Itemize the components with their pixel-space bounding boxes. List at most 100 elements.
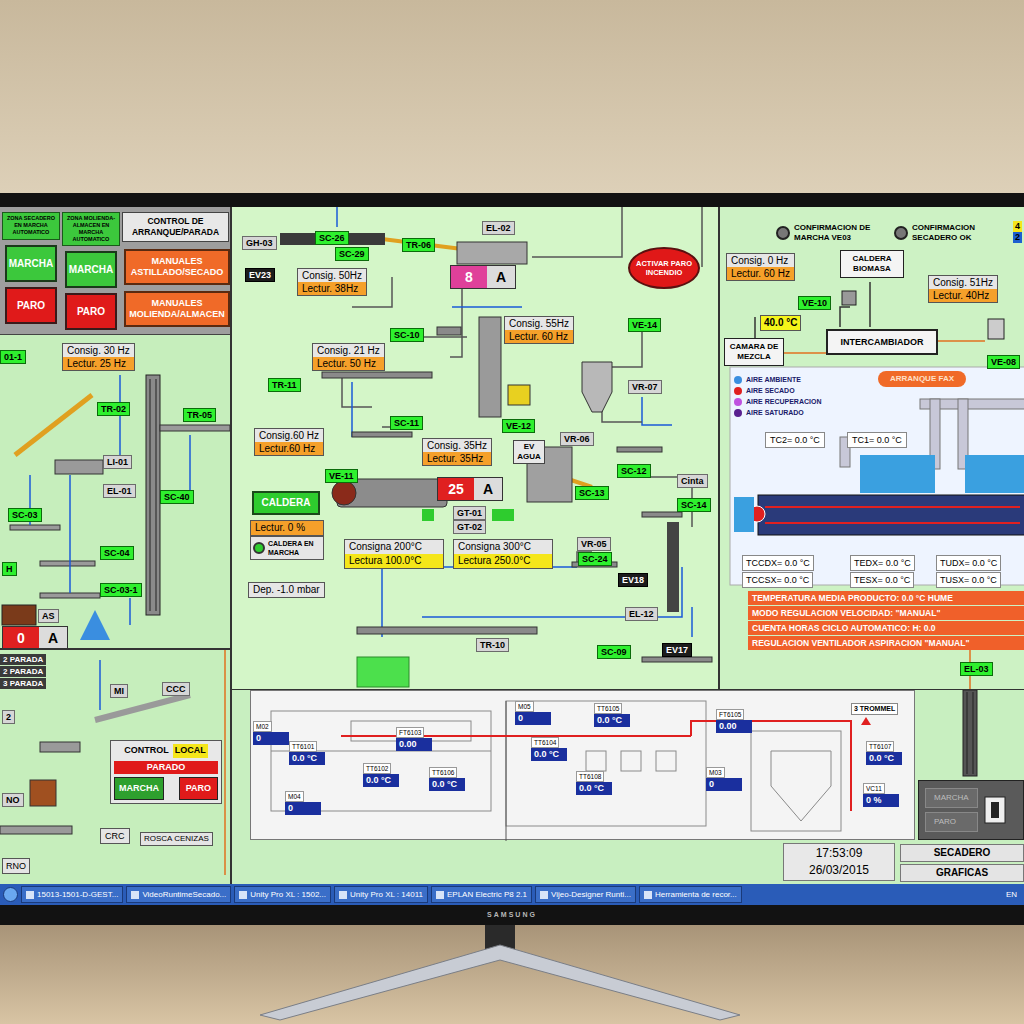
taskbar-item[interactable]: Herramienta de recor... (639, 886, 742, 903)
equipment-tag[interactable]: SC-04 (100, 546, 134, 560)
equipment-tag[interactable]: EL-03 (960, 662, 993, 676)
process-sensor: TT61010.0 °C (289, 741, 325, 765)
equipment-tag[interactable]: SC-13 (575, 486, 609, 500)
taskbar-item[interactable]: Unity Pro XL : 14011 (334, 886, 428, 903)
equipment-tag[interactable]: GH-03 (242, 236, 277, 250)
equipment-tag[interactable]: 01-1 (0, 350, 26, 364)
dryer-tank-left (860, 455, 935, 493)
equipment-tag[interactable]: EV17 (662, 643, 692, 657)
parada-row: 2 PARADA (0, 654, 46, 665)
equipment-tag[interactable]: VE-11 (325, 469, 358, 483)
grinding-area: ZONA SECADERO EN MARCHA AUTOMATICOMARCHA… (0, 207, 230, 650)
info-row: REGULACION VENTILADOR ASPIRACION "MANUAL… (748, 636, 1024, 650)
equipment-tag[interactable]: TR-06 (402, 238, 435, 252)
equipment-tag[interactable]: SC-24 (578, 552, 612, 566)
equipment-tag[interactable]: VR-07 (628, 380, 662, 394)
equipment-tag[interactable]: VR-05 (577, 537, 611, 551)
speed-setpoint[interactable]: Consig. 50HzLectur. 38Hz (297, 268, 367, 296)
equipment-tag[interactable]: GT-01 (453, 506, 486, 520)
equipment-tag[interactable]: TR-10 (476, 638, 509, 652)
taskbar-item[interactable]: Vijeo-Designer Runti... (535, 886, 636, 903)
local-control-header: CONTROLLOCAL (114, 744, 218, 758)
speed-setpoint[interactable]: Consig. 0 HzLectur. 60 Hz (726, 253, 795, 281)
equipment-tag[interactable]: VE-12 (502, 419, 535, 433)
equipment-tag[interactable]: SC-29 (335, 247, 369, 261)
crc-button[interactable]: CRC (100, 828, 130, 844)
zone-stop-button[interactable]: PARO (5, 287, 57, 324)
equipment-tag[interactable]: MI (110, 684, 128, 698)
speed-setpoint[interactable]: Consig. 21 HzLectur. 50 Hz (312, 343, 385, 371)
zone-start-button[interactable]: MARCHA (65, 251, 117, 288)
speed-setpoint[interactable]: Consig. 51HzLectur. 40Hz (928, 275, 998, 303)
equipment-tag[interactable]: 2 (2, 710, 15, 724)
equipment-tag[interactable]: EV18 (618, 573, 648, 587)
equipment-tag[interactable]: AS (38, 609, 59, 623)
equipment-tag[interactable]: SC-14 (677, 498, 711, 512)
dryer-stop-button[interactable]: PARO (925, 812, 978, 832)
equipment-tag[interactable]: SC-09 (597, 645, 631, 659)
biomass-boiler: CALDERA BIOMASA (840, 250, 904, 278)
equipment-tag[interactable]: SC-26 (315, 231, 349, 245)
equipment-tag[interactable]: VR-06 (560, 432, 594, 446)
speed-setpoint[interactable]: Consig.60 HzLectur.60 Hz (254, 428, 324, 456)
equipment-tag[interactable]: SC-40 (160, 490, 194, 504)
nav-button[interactable]: GRAFICAS (900, 864, 1024, 882)
equipment-tag[interactable]: EV23 (245, 268, 275, 282)
equipment-tag[interactable]: NO (2, 793, 24, 807)
process-schematic (251, 691, 916, 841)
taskbar-item-label: Herramienta de recor... (655, 887, 737, 902)
equipment-tag[interactable]: VE-14 (628, 318, 661, 332)
equipment-tag[interactable]: Cinta (677, 474, 708, 488)
fire-stop-button[interactable]: ACTIVAR PARO INCENDIO (628, 247, 700, 289)
language-indicator[interactable]: EN (1002, 889, 1021, 901)
equipment-tag[interactable]: TR-11 (268, 378, 301, 392)
taskbar-item[interactable]: EPLAN Electric P8 2.1 (431, 886, 532, 903)
confirmation-text: CONFIRMACION DE MARCHA VE03 (794, 223, 876, 243)
water-valve[interactable]: EV AGUA (513, 440, 545, 464)
taskbar-item[interactable]: Unity Pro XL : 1502... (234, 886, 331, 903)
local-start-button[interactable]: MARCHA (114, 777, 164, 801)
ash-screw-button[interactable]: ROSCA CENIZAS (140, 832, 213, 846)
start-button-icon[interactable] (3, 887, 18, 902)
manual-mode-button[interactable]: MANUALES ASTILLADO/SECADO (124, 249, 230, 285)
dryer-temperature: TESX= 0.0 °C (850, 572, 914, 588)
speed-setpoint[interactable]: Consig. 55HzLectur. 60 Hz (504, 316, 574, 344)
monitor-bezel: ZONA SECADERO EN MARCHA AUTOMATICOMARCHA… (0, 193, 1024, 925)
temperature-control[interactable]: Consigna 200°CLectura 100.0°C (344, 539, 444, 569)
equipment-tag[interactable]: CCC (162, 682, 190, 696)
equipment-tag[interactable]: EL-12 (625, 607, 658, 621)
pressure-reading: Dep. -1.0 mbar (248, 582, 325, 598)
zone-start-button[interactable]: MARCHA (5, 245, 57, 282)
hmi-screen: ZONA SECADERO EN MARCHA AUTOMATICOMARCHA… (0, 207, 1024, 905)
equipment-tag[interactable]: SC-03 (8, 508, 42, 522)
speed-setpoint[interactable]: Consig. 30 HzLectur. 25 Hz (62, 343, 135, 371)
taskbar-item[interactable]: 15013-1501-D-GEST... (21, 886, 123, 903)
boiler-button[interactable]: CALDERA (252, 491, 320, 515)
rno-button[interactable]: RNO (2, 858, 30, 874)
equipment-tag[interactable]: SC-10 (390, 328, 424, 342)
equipment-tag[interactable]: SC-12 (617, 464, 651, 478)
speed-setpoint[interactable]: Consig. 35HzLectur. 35Hz (422, 438, 492, 466)
equipment-tag[interactable]: LI-01 (103, 455, 132, 469)
local-stop-button[interactable]: PARO (179, 777, 218, 801)
equipment-tag[interactable]: VE-08 (987, 355, 1020, 369)
equipment-tag[interactable]: VE-10 (798, 296, 831, 310)
equipment-tag[interactable]: H (2, 562, 17, 576)
equipment-tag[interactable]: SC-11 (390, 416, 423, 430)
equipment-tag[interactable]: SC-03-1 (100, 583, 142, 597)
equipment-tag[interactable]: TR-02 (97, 402, 130, 416)
equipment-tag[interactable]: EL-01 (103, 484, 136, 498)
nav-button[interactable]: SECADERO (900, 844, 1024, 862)
equipment-tag[interactable]: TR-05 (183, 408, 216, 422)
dryer-temperature: TCCSX= 0.0 °C (742, 572, 813, 588)
setpoint-consigna: Consig. 0 Hz (727, 254, 794, 267)
taskbar-item[interactable]: VideoRuntimeSecado... (126, 886, 231, 903)
manual-mode-button[interactable]: MANUALES MOLIENDA/ALMACEN (124, 291, 230, 327)
sensor-label: TT6107 (866, 741, 894, 752)
equipment-tag[interactable]: GT-02 (453, 520, 486, 534)
sensor-value: 0.0 °C (363, 774, 399, 787)
dryer-start-button[interactable]: MARCHA (925, 788, 978, 808)
equipment-tag[interactable]: EL-02 (482, 221, 515, 235)
temperature-control[interactable]: Consigna 300°CLectura 250.0°C (453, 539, 553, 569)
zone-stop-button[interactable]: PARO (65, 293, 117, 330)
